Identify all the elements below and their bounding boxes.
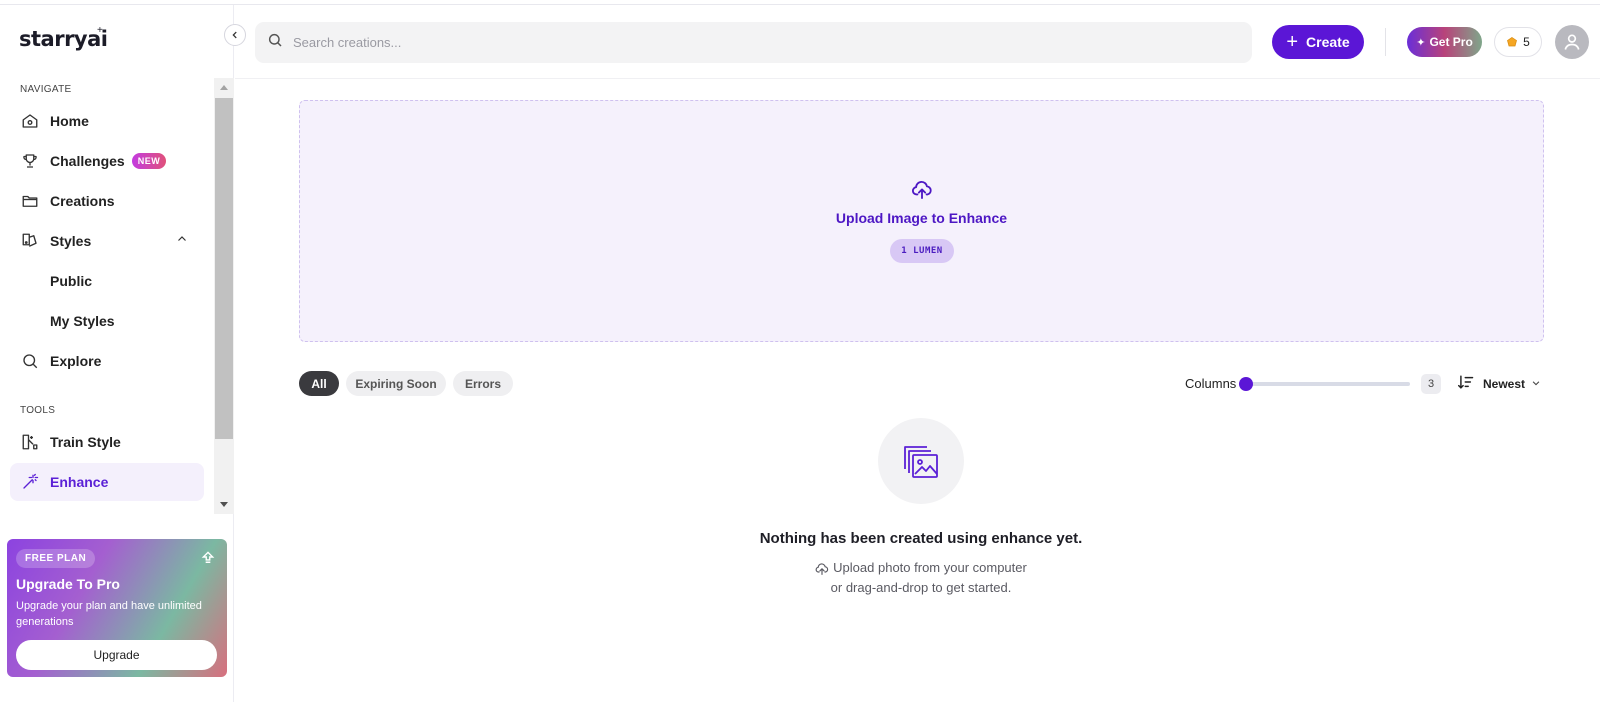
search-input[interactable] [293,35,1193,50]
section-label-navigate: NAVIGATE [20,84,72,95]
empty-state-illustration [878,418,964,504]
lumen-balance[interactable]: 5 [1494,27,1542,57]
home-icon [20,111,40,131]
upload-dropzone[interactable]: Upload Image to Enhance 1 LUMEN [299,100,1544,342]
sidebar-item-challenges[interactable]: Challenges NEW [10,142,204,180]
sidebar-item-label: Train Style [50,434,121,450]
sidebar-item-creations[interactable]: Creations [10,182,204,220]
filter-chip-all[interactable]: All [299,371,339,396]
empty-state-title: Nothing has been created using enhance y… [759,530,1083,547]
sort-dropdown[interactable]: Newest [1457,374,1541,393]
create-button[interactable]: + Create [1272,25,1364,59]
user-icon [1564,34,1580,50]
search-bar[interactable] [255,22,1252,63]
sparkle-icon: ✦ [1416,36,1426,49]
sidebar-nav: NAVIGATE Home Challenges NEW Creations S… [0,75,234,507]
lumen-cost-badge: 1 LUMEN [890,239,954,263]
sidebar-item-styles[interactable]: Styles [10,222,204,260]
chevron-down-icon [1531,377,1541,391]
header-divider-line [235,78,1600,79]
brand-logo[interactable]: starryai [19,27,108,51]
top-border [0,0,1600,5]
get-pro-label: Get Pro [1429,35,1473,49]
brand-logo-mark: + [97,25,103,36]
scroll-down-arrow-icon[interactable] [214,496,234,514]
search-icon [267,32,283,53]
search-icon [20,351,40,371]
filter-chip-expiring-soon[interactable]: Expiring Soon [346,371,446,396]
upload-title: Upload Image to Enhance [835,210,1008,226]
sidebar-item-label: Explore [50,353,102,369]
get-pro-button[interactable]: ✦ Get Pro [1407,27,1482,57]
magic-wand-icon [20,472,40,492]
promo-text: Upgrade your plan and have unlimited gen… [16,600,202,628]
empty-state-line2: or drag-and-drop to get started. [830,580,1012,595]
sidebar-item-explore[interactable]: Explore [10,342,204,380]
columns-value: 3 [1421,374,1441,394]
sidebar-item-label: My Styles [50,313,115,329]
sidebar-item-label: Public [50,273,93,289]
sidebar-item-enhance[interactable]: Enhance [10,463,204,501]
upgrade-button[interactable]: Upgrade [16,640,217,670]
sort-label: Newest [1483,376,1526,391]
sidebar-scrollbar[interactable] [214,78,234,514]
section-label-tools: TOOLS [20,405,56,416]
collapse-sidebar-button[interactable] [224,24,246,46]
header-divider [1385,28,1386,56]
plus-icon: + [1286,31,1299,53]
columns-slider-track[interactable] [1246,382,1410,386]
create-button-label: Create [1306,34,1350,50]
sidebar-item-label: Styles [50,233,92,249]
sort-icon [1457,374,1475,393]
image-stack-icon [904,446,938,478]
sidebar-item-public[interactable]: Public [10,262,204,300]
trophy-icon [20,151,40,171]
new-badge: NEW [131,153,167,169]
scrollbar-thumb[interactable] [215,98,233,439]
sidebar-item-my-styles[interactable]: My Styles [10,302,204,340]
columns-label: Columns [1185,376,1237,391]
chevron-left-icon [232,31,237,39]
empty-state-subtitle: Upload photo from your computer or drag-… [0,558,1600,598]
sidebar-item-home[interactable]: Home [10,102,204,140]
palette-icon [20,231,40,251]
folder-icon [20,191,40,211]
train-style-icon [20,432,40,452]
sidebar-item-train-style[interactable]: Train Style [10,423,204,461]
avatar[interactable] [1555,25,1589,59]
cloud-upload-icon [815,562,829,575]
gem-icon [1507,37,1518,47]
sidebar-item-label: Enhance [50,474,109,490]
lumen-count: 5 [1523,35,1530,49]
filter-chip-errors[interactable]: Errors [453,371,513,396]
sidebar-item-label: Creations [50,193,115,209]
sidebar-item-label: Challenges [50,153,125,169]
chevron-up-icon[interactable] [176,232,188,250]
empty-state-line1: Upload photo from your computer [833,560,1027,575]
cloud-upload-icon [911,179,933,204]
scroll-up-arrow-icon[interactable] [214,78,234,96]
sidebar-item-label: Home [50,113,89,129]
columns-slider-thumb[interactable] [1239,377,1253,391]
